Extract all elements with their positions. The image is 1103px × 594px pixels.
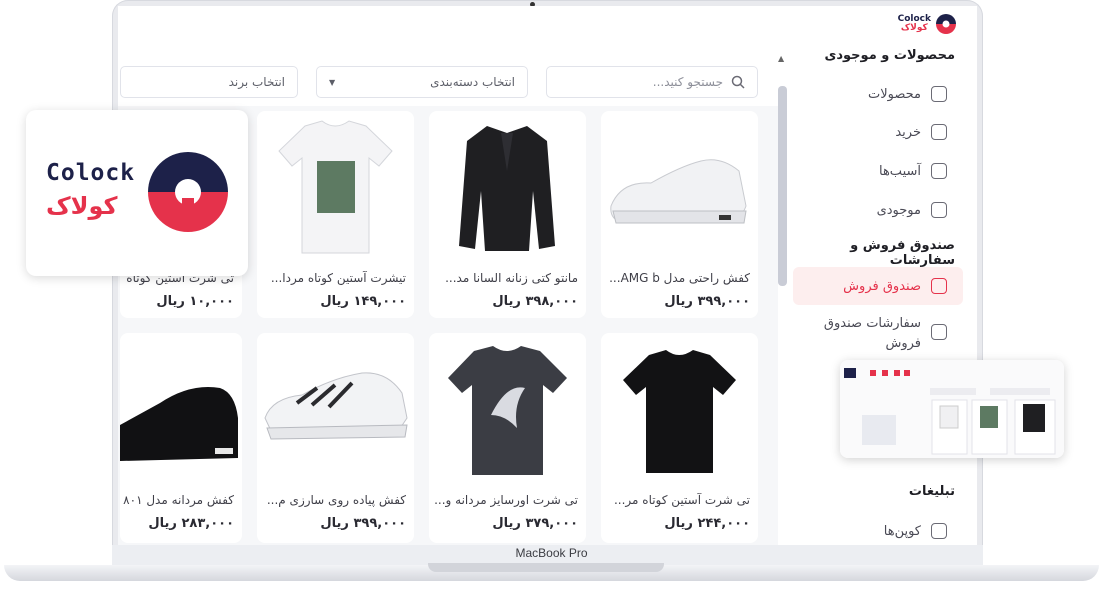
device-label: MacBook Pro (515, 546, 588, 560)
puzzle-icon (931, 163, 947, 179)
sidebar-section-pos: صندوق فروش و سفارشات (850, 238, 955, 268)
running-shoe-image (264, 372, 408, 440)
sidebar-item-label: صندوق فروش (843, 278, 921, 294)
product-price: ۱۴۹,۰۰۰ ریال (320, 294, 406, 309)
brand-select[interactable]: انتخاب برند (120, 66, 298, 98)
black-tshirt-image (623, 350, 736, 473)
product-price: ۳۹۹,۰۰۰ ریال (664, 294, 750, 309)
white-tshirt-image (278, 120, 393, 254)
sidebar-item-label: موجودی (876, 202, 921, 218)
sidebar-section-ads: تبلیغات (908, 484, 955, 499)
app-preview-thumbnail (840, 360, 1064, 458)
brand-name-fa: کولاک (900, 23, 928, 33)
sidebar-section-products: محصولات و موجودی (824, 48, 955, 63)
scrollbar-thumb[interactable] (778, 86, 787, 286)
brand-logo-card: Colock کولاک (26, 110, 248, 276)
product-card[interactable]: تی شرت آستین کوتاه مر... ۲۴۴,۰۰۰ ریال (601, 333, 758, 543)
product-card[interactable]: کفش پیاده روی سارزی م... ۳۹۹,۰۰۰ ریال (257, 333, 414, 543)
sidebar-item-damages[interactable]: آسیب‌ها (879, 163, 947, 179)
product-name: تی شرت آستین کوتاه مر... (613, 493, 750, 507)
sidebar-item-coupons[interactable]: کوپن‌ها (884, 523, 947, 539)
app-screen: جستجو کنید... انتخاب دسته‌بندی ▼ انتخاب … (118, 6, 977, 545)
product-card[interactable]: کفش راحتی مدل AMG b... ۳۹۹,۰۰۰ ریال (601, 111, 758, 318)
product-price: ۳۹۸,۰۰۰ ریال (492, 294, 578, 309)
sidebar-item-label: خرید (895, 124, 921, 140)
receipt-icon (931, 278, 947, 294)
chevron-down-icon: ▼ (329, 77, 336, 87)
sidebar-item-inventory[interactable]: موجودی (877, 202, 947, 218)
product-name: مانتو کتی زنانه السانا مد... (445, 271, 578, 285)
category-select[interactable]: انتخاب دسته‌بندی ▼ (316, 66, 528, 98)
sidebar-item-purchase[interactable]: خرید (895, 124, 947, 140)
product-card[interactable]: تی شرت اورسایز مردانه و... ۳۷۹,۰۰۰ ریال (429, 333, 586, 543)
search-input[interactable]: جستجو کنید... (546, 66, 758, 98)
product-name: کفش پیاده روی سارزی م... (266, 493, 406, 507)
product-card[interactable]: مانتو کتی زنانه السانا مد... ۳۹۸,۰۰۰ ریا… (429, 111, 586, 318)
black-coat-image (459, 126, 555, 251)
logo-mark-icon (936, 14, 956, 34)
sidebar-item-products[interactable]: محصولات (868, 86, 947, 102)
sidebar-item-pos[interactable]: صندوق فروش (793, 267, 963, 305)
leather-shoe-image (120, 387, 238, 461)
product-name: کفش مردانه مدل ۸۰۱ (123, 493, 234, 507)
category-select-label: انتخاب دسته‌بندی (430, 75, 515, 89)
orders-icon (931, 324, 947, 340)
package-icon (931, 202, 947, 218)
logo-mark-icon (148, 152, 228, 232)
product-price: ۳۹۹,۰۰۰ ریال (320, 516, 406, 531)
brand-name-en: Colock (46, 160, 136, 186)
product-name: تی شرت اورسایز مردانه و... (434, 493, 578, 507)
graphic-tshirt-image (448, 346, 567, 475)
product-price: ۳۷۹,۰۰۰ ریال (492, 516, 578, 531)
sidebar-item-pos-orders[interactable]: سفارشات صندوق فروش (824, 314, 947, 354)
product-name: تیشرت آستین کوتاه مردا... (270, 271, 406, 285)
product-price: ۲۴۴,۰۰۰ ریال (664, 516, 750, 531)
product-card[interactable]: کفش مردانه مدل ۸۰۱ ۲۸۳,۰۰۰ ریال (120, 333, 242, 543)
cart-icon (931, 124, 947, 140)
box-icon (931, 86, 947, 102)
ticket-icon (931, 523, 947, 539)
brand-logo: Colock کولاک (898, 13, 957, 35)
search-placeholder: جستجو کنید... (652, 75, 723, 89)
laptop-base: MacBook Pro (0, 545, 1103, 594)
product-price: ۱۰,۰۰۰ ریال (156, 294, 234, 309)
sidebar: Colock کولاک محصولات و موجودی محصولات خر… (791, 6, 969, 545)
sneaker-white-image (610, 159, 747, 224)
search-icon (731, 75, 745, 89)
product-card[interactable]: تیشرت آستین کوتاه مردا... ۱۴۹,۰۰۰ ریال (257, 111, 414, 318)
sidebar-item-label: سفارشات صندوق (823, 316, 921, 331)
product-name: کفش راحتی مدل AMG b... (609, 271, 750, 285)
brand-select-label: انتخاب برند (228, 75, 285, 89)
scroll-up-arrow[interactable]: ▲ (778, 54, 784, 63)
sidebar-item-label: محصولات (868, 86, 921, 102)
brand-name-fa: کولاک (46, 192, 118, 220)
sidebar-item-label: فروش (885, 336, 921, 351)
sidebar-item-label: آسیب‌ها (878, 163, 921, 179)
product-price: ۲۸۳,۰۰۰ ریال (148, 516, 234, 531)
sidebar-item-label: کوپن‌ها (883, 523, 921, 539)
